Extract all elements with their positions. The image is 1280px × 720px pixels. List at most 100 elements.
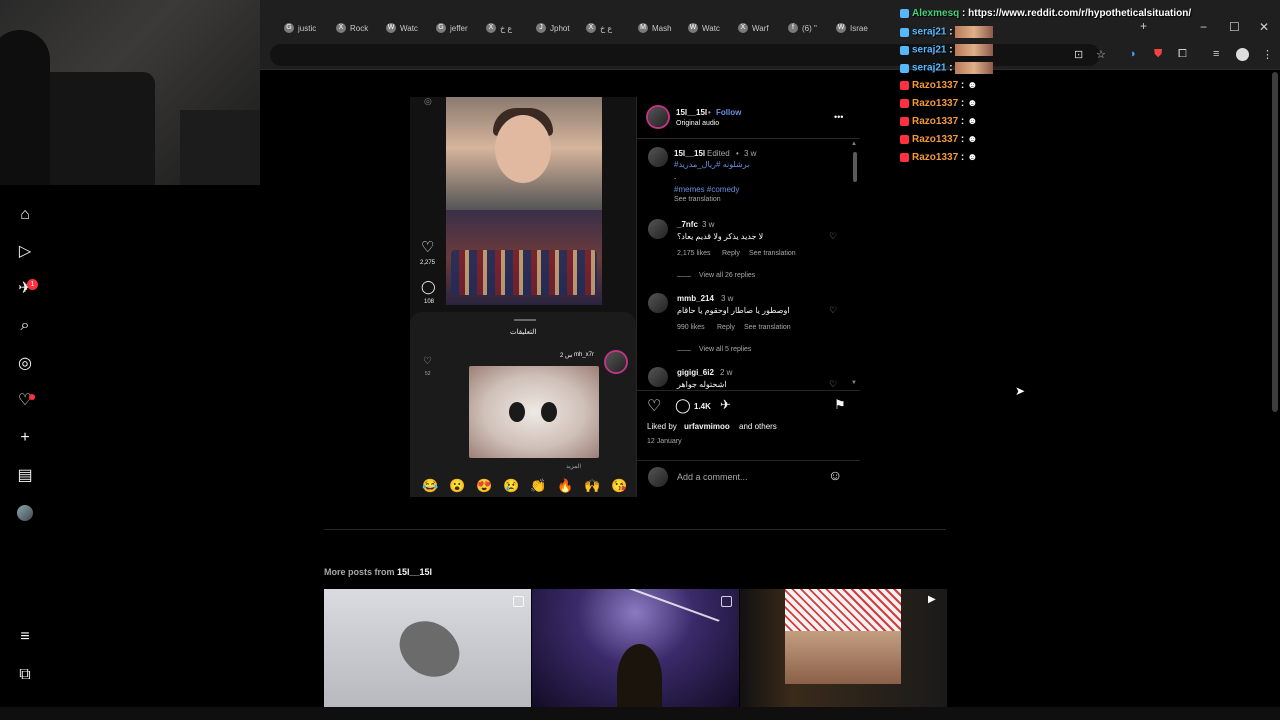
liked-by-user[interactable]: urfavmimoo xyxy=(684,422,730,431)
browser-tab[interactable]: X Rock xyxy=(336,18,382,38)
post-thumbnail[interactable] xyxy=(740,589,947,707)
follow-button[interactable]: Follow xyxy=(716,108,741,117)
page-scrollbar[interactable] xyxy=(1272,72,1278,412)
comment-likes[interactable]: 990 likes xyxy=(677,324,705,331)
close-window-button[interactable]: ✕ xyxy=(1259,20,1269,34)
share-icon[interactable]: ✈ xyxy=(720,397,731,413)
comment-username[interactable]: mmb_214 xyxy=(677,294,714,303)
tab-favicon-icon: f xyxy=(788,23,798,33)
reels-icon[interactable]: ▷ xyxy=(15,242,35,262)
install-app-icon[interactable]: ⊡ xyxy=(1074,48,1083,61)
emoji-fire[interactable]: 🔥 xyxy=(557,478,573,494)
chat-emoji-icon: ☻ xyxy=(967,98,978,109)
post-author-avatar[interactable] xyxy=(648,107,668,127)
horizontal-scrollbar[interactable] xyxy=(0,707,1280,720)
comment-like-icon[interactable]: ♡ xyxy=(829,231,837,242)
extension-icon[interactable]: ⛊ xyxy=(1154,48,1162,61)
more-posts-username[interactable]: 15l__15l xyxy=(397,567,432,577)
caption-hashtags[interactable]: #memes #comedy xyxy=(674,185,739,194)
video-heart-icon[interactable]: ♡ xyxy=(421,238,434,256)
caption-username[interactable]: 15l__15l xyxy=(674,149,705,158)
browser-tab[interactable]: X Warf xyxy=(738,18,784,38)
dashboard-icon[interactable]: ▤ xyxy=(15,466,35,486)
create-icon[interactable]: + xyxy=(15,428,35,448)
post-thumbnail[interactable] xyxy=(324,589,531,707)
also-from-meta-icon[interactable]: ⧉ xyxy=(15,665,35,685)
chat-message: Razo1337 : ☻ xyxy=(900,116,978,127)
browser-tab[interactable]: W Watc xyxy=(688,18,734,38)
like-icon[interactable]: ♡ xyxy=(647,396,661,416)
profile-avatar[interactable] xyxy=(1236,48,1249,61)
browser-tab[interactable]: W Israe xyxy=(836,18,882,38)
comment-icon[interactable]: ◯ xyxy=(675,397,691,414)
scroll-up-arrow[interactable]: ▲ xyxy=(851,141,857,147)
browser-menu-icon[interactable]: ⋮ xyxy=(1262,48,1273,61)
video-crowd xyxy=(451,250,597,295)
liked-by-suffix[interactable]: and others xyxy=(739,422,777,431)
maximize-button[interactable]: ☐ xyxy=(1229,20,1240,34)
comment-username[interactable]: gigigi_6i2 xyxy=(677,368,714,377)
search-icon[interactable]: ⌕ xyxy=(15,316,35,336)
emoji-raised-hands[interactable]: 🙌 xyxy=(584,478,600,494)
comment-likes[interactable]: 2,175 likes xyxy=(677,250,710,257)
section-divider xyxy=(324,529,946,530)
caption-see-translation[interactable]: See translation xyxy=(674,196,721,203)
browser-tab[interactable]: M Mash xyxy=(638,18,684,38)
view-replies-button[interactable]: View all 5 replies xyxy=(699,346,751,353)
youtube-icon xyxy=(900,98,909,108)
comments-scroll-thumb[interactable] xyxy=(853,152,857,182)
browser-tab[interactable]: Xع خ xyxy=(486,18,532,38)
comment-like-icon[interactable]: ♡ xyxy=(829,379,837,390)
extension-icon[interactable]: ◗ xyxy=(1130,48,1137,60)
emoji-sad[interactable]: 😢 xyxy=(503,478,519,494)
chat-emote-image xyxy=(955,62,994,74)
profile-avatar[interactable] xyxy=(17,505,33,521)
explore-icon[interactable]: ◎ xyxy=(15,354,35,374)
emoji-kiss[interactable]: 😘 xyxy=(611,478,627,494)
post-author-username[interactable]: 15l__15l xyxy=(676,108,707,117)
browser-tab[interactable]: Gjustic xyxy=(284,18,330,38)
browser-tab[interactable]: J Jphot xyxy=(536,18,582,38)
comment-see-translation[interactable]: See translation xyxy=(744,324,791,331)
comment-see-translation[interactable]: See translation xyxy=(749,250,796,257)
comment-avatar[interactable] xyxy=(648,219,668,239)
post-audio-label[interactable]: Original audio xyxy=(676,120,719,127)
browser-tab[interactable]: Xع خ xyxy=(586,18,632,38)
emoji-picker-icon[interactable]: ☺ xyxy=(828,467,842,483)
more-options-icon[interactable]: ••• xyxy=(834,112,843,122)
replies-line xyxy=(677,350,691,351)
more-menu-icon[interactable]: ≡ xyxy=(15,627,35,647)
emoji-heart-eyes[interactable]: 😍 xyxy=(476,478,492,494)
media-controls-icon[interactable]: ≡ xyxy=(1213,48,1219,60)
add-comment-input[interactable]: Add a comment... xyxy=(677,472,748,482)
webcam-overlay xyxy=(0,0,260,185)
video-comment-icon[interactable]: ◯ xyxy=(421,279,436,295)
minimize-button[interactable]: − xyxy=(1200,20,1207,34)
caption-hashtags-arabic[interactable]: #برشلونه #ريال_مدريد xyxy=(674,160,749,169)
browser-tab[interactable]: Gjeffer xyxy=(436,18,482,38)
comment-reply-button[interactable]: Reply xyxy=(722,250,740,257)
comment-avatar[interactable] xyxy=(648,293,668,313)
bookmark-star-icon[interactable]: ☆ xyxy=(1096,48,1106,61)
browser-tab[interactable]: W Watc xyxy=(386,18,432,38)
new-tab-button[interactable]: + xyxy=(1140,19,1147,33)
post-thumbnail[interactable] xyxy=(532,589,739,707)
webcam-person xyxy=(0,30,50,185)
view-replies-button[interactable]: View all 26 replies xyxy=(699,272,755,279)
comment-avatar[interactable] xyxy=(648,367,668,387)
browser-tab[interactable]: f (6) " xyxy=(788,18,834,38)
tab-label: jeffer xyxy=(450,23,468,33)
home-icon[interactable]: ⌂ xyxy=(15,205,35,225)
scroll-down-arrow[interactable]: ▼ xyxy=(851,380,857,386)
emoji-laugh[interactable]: 😂 xyxy=(422,478,438,494)
comment-username[interactable]: _7nfc xyxy=(677,220,698,229)
comment-reply-button[interactable]: Reply xyxy=(717,324,735,331)
sheet-heart-icon[interactable]: ♡ xyxy=(423,356,432,367)
caption-avatar[interactable] xyxy=(648,147,668,167)
save-icon[interactable]: ⚑ xyxy=(834,397,846,413)
cat-meme-image xyxy=(469,366,599,458)
emoji-clap[interactable]: 👏 xyxy=(530,478,546,494)
comment-like-icon[interactable]: ♡ xyxy=(829,305,837,316)
emoji-wow[interactable]: 😮 xyxy=(449,478,465,494)
extensions-puzzle-icon[interactable]: ⧠ xyxy=(1178,48,1187,61)
